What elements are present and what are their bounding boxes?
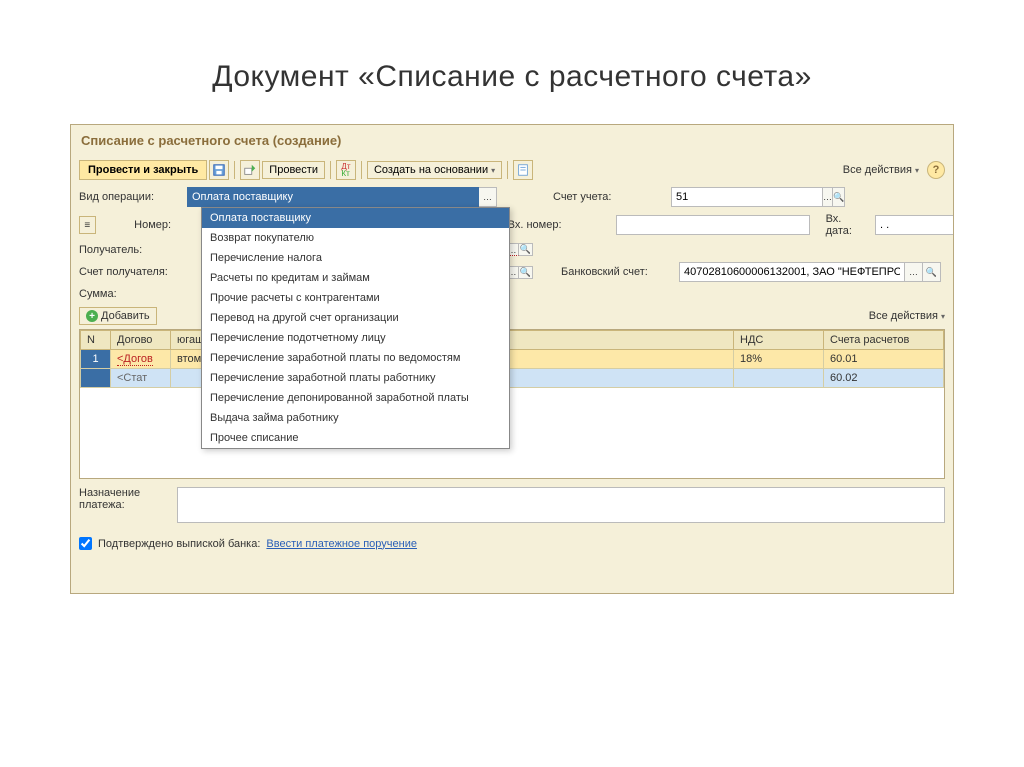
cell-vat[interactable] [734,369,824,388]
grid-all-actions-button[interactable]: Все действия ▾ [869,310,945,322]
bank-account-input[interactable] [679,262,905,282]
cell-contract[interactable]: <Стат [111,369,171,388]
recipient-account-label: Счет получателя: [79,266,179,278]
select-button[interactable]: … [479,187,497,207]
post-icon-button[interactable] [240,160,260,180]
amount-label: Сумма: [79,288,179,300]
toolbar: Провести и закрыть Провести ДтКт Создать… [71,156,953,184]
operation-type-input[interactable] [187,187,479,207]
floppy-icon [212,163,226,177]
post-and-close-button[interactable]: Провести и закрыть [79,160,207,180]
dropdown-item[interactable]: Перечисление налога [202,248,509,268]
separator [330,161,331,179]
confirmed-checkbox[interactable] [79,537,92,550]
add-button[interactable]: + Добавить [79,307,157,325]
dropdown-item[interactable]: Прочее списание [202,428,509,448]
dropdown-item[interactable]: Перечисление подотчетному лицу [202,328,509,348]
search-button[interactable]: 🔍 [833,187,845,207]
account-label: Счет учета: [553,191,663,203]
col-accounts[interactable]: Счета расчетов [824,331,944,350]
col-contract[interactable]: Догово [111,331,171,350]
operation-type-dropdown[interactable]: Оплата поставщику Возврат покупателю Пер… [201,207,510,449]
col-vat[interactable]: НДС [734,331,824,350]
number-label: Номер: [100,219,171,231]
in-number-label: Вх. номер: [508,219,609,231]
app-window: Списание с расчетного счета (создание) П… [70,124,954,594]
dropdown-item[interactable]: Прочие расчеты с контрагентами [202,288,509,308]
in-date-input[interactable] [875,215,954,235]
chevron-down-icon: ▾ [491,166,495,175]
dropdown-item[interactable]: Возврат покупателю [202,228,509,248]
create-based-on-button[interactable]: Создать на основании ▾ [367,161,502,179]
payment-purpose-input[interactable] [177,487,945,523]
dropdown-item[interactable]: Выдача займа работнику [202,408,509,428]
search-button[interactable]: 🔍 [923,262,941,282]
confirmed-label: Подтверждено выпиской банка: [98,538,260,550]
cell-acc[interactable]: 60.01 [824,350,944,369]
col-n[interactable]: N [81,331,111,350]
dr-kr-button[interactable]: ДтКт [336,160,356,180]
recipient-label: Получатель: [79,244,179,256]
separator [234,161,235,179]
select-button[interactable]: … [823,187,833,207]
dropdown-item[interactable]: Перечисление заработной платы по ведомос… [202,348,509,368]
bank-account-label: Банковский счет: [561,266,671,278]
search-button[interactable]: 🔍 [519,266,533,279]
document-icon [516,163,530,177]
separator [507,161,508,179]
post-button[interactable]: Провести [262,161,325,179]
drkr-icon: ДтКт [341,163,350,177]
cell-n: 1 [81,350,111,369]
dropdown-item[interactable]: Оплата поставщику [202,208,509,228]
in-date-label: Вх. дата: [826,213,867,237]
cell-vat[interactable]: 18% [734,350,824,369]
separator [361,161,362,179]
chevron-down-icon: ▾ [915,166,919,175]
enter-payment-order-link[interactable]: Ввести платежное поручение [266,538,417,550]
chevron-down-icon: ▾ [941,312,945,321]
plus-icon: + [86,310,98,322]
all-actions-label: Все действия [843,164,912,176]
select-button[interactable]: … [905,262,923,282]
dropdown-item[interactable]: Перечисление заработной платы работнику [202,368,509,388]
payment-purpose-label: Назначение платежа: [79,487,169,523]
search-button[interactable]: 🔍 [519,243,533,256]
dropdown-item[interactable]: Перевод на другой счет организации [202,308,509,328]
help-button[interactable]: ? [927,161,945,179]
account-input[interactable] [671,187,823,207]
all-actions-button[interactable]: Все действия ▾ [843,164,919,176]
list-icon[interactable]: ≡ [79,216,96,234]
post-arrow-icon [243,163,257,177]
operation-type-label: Вид операции: [79,191,179,203]
cell-acc[interactable]: 60.02 [824,369,944,388]
cell-n [81,369,111,388]
report-button[interactable] [513,160,533,180]
slide-title: Документ «Списание с расчетного счета» [0,0,1024,124]
grid-all-actions-label: Все действия [869,310,938,322]
add-label: Добавить [101,310,150,322]
dropdown-item[interactable]: Перечисление депонированной заработной п… [202,388,509,408]
window-title: Списание с расчетного счета (создание) [71,125,953,156]
dropdown-item[interactable]: Расчеты по кредитам и займам [202,268,509,288]
cell-contract[interactable]: <Догов [111,350,171,369]
in-number-input[interactable] [616,215,809,235]
create-based-label: Создать на основании [374,164,488,176]
save-button[interactable] [209,160,229,180]
